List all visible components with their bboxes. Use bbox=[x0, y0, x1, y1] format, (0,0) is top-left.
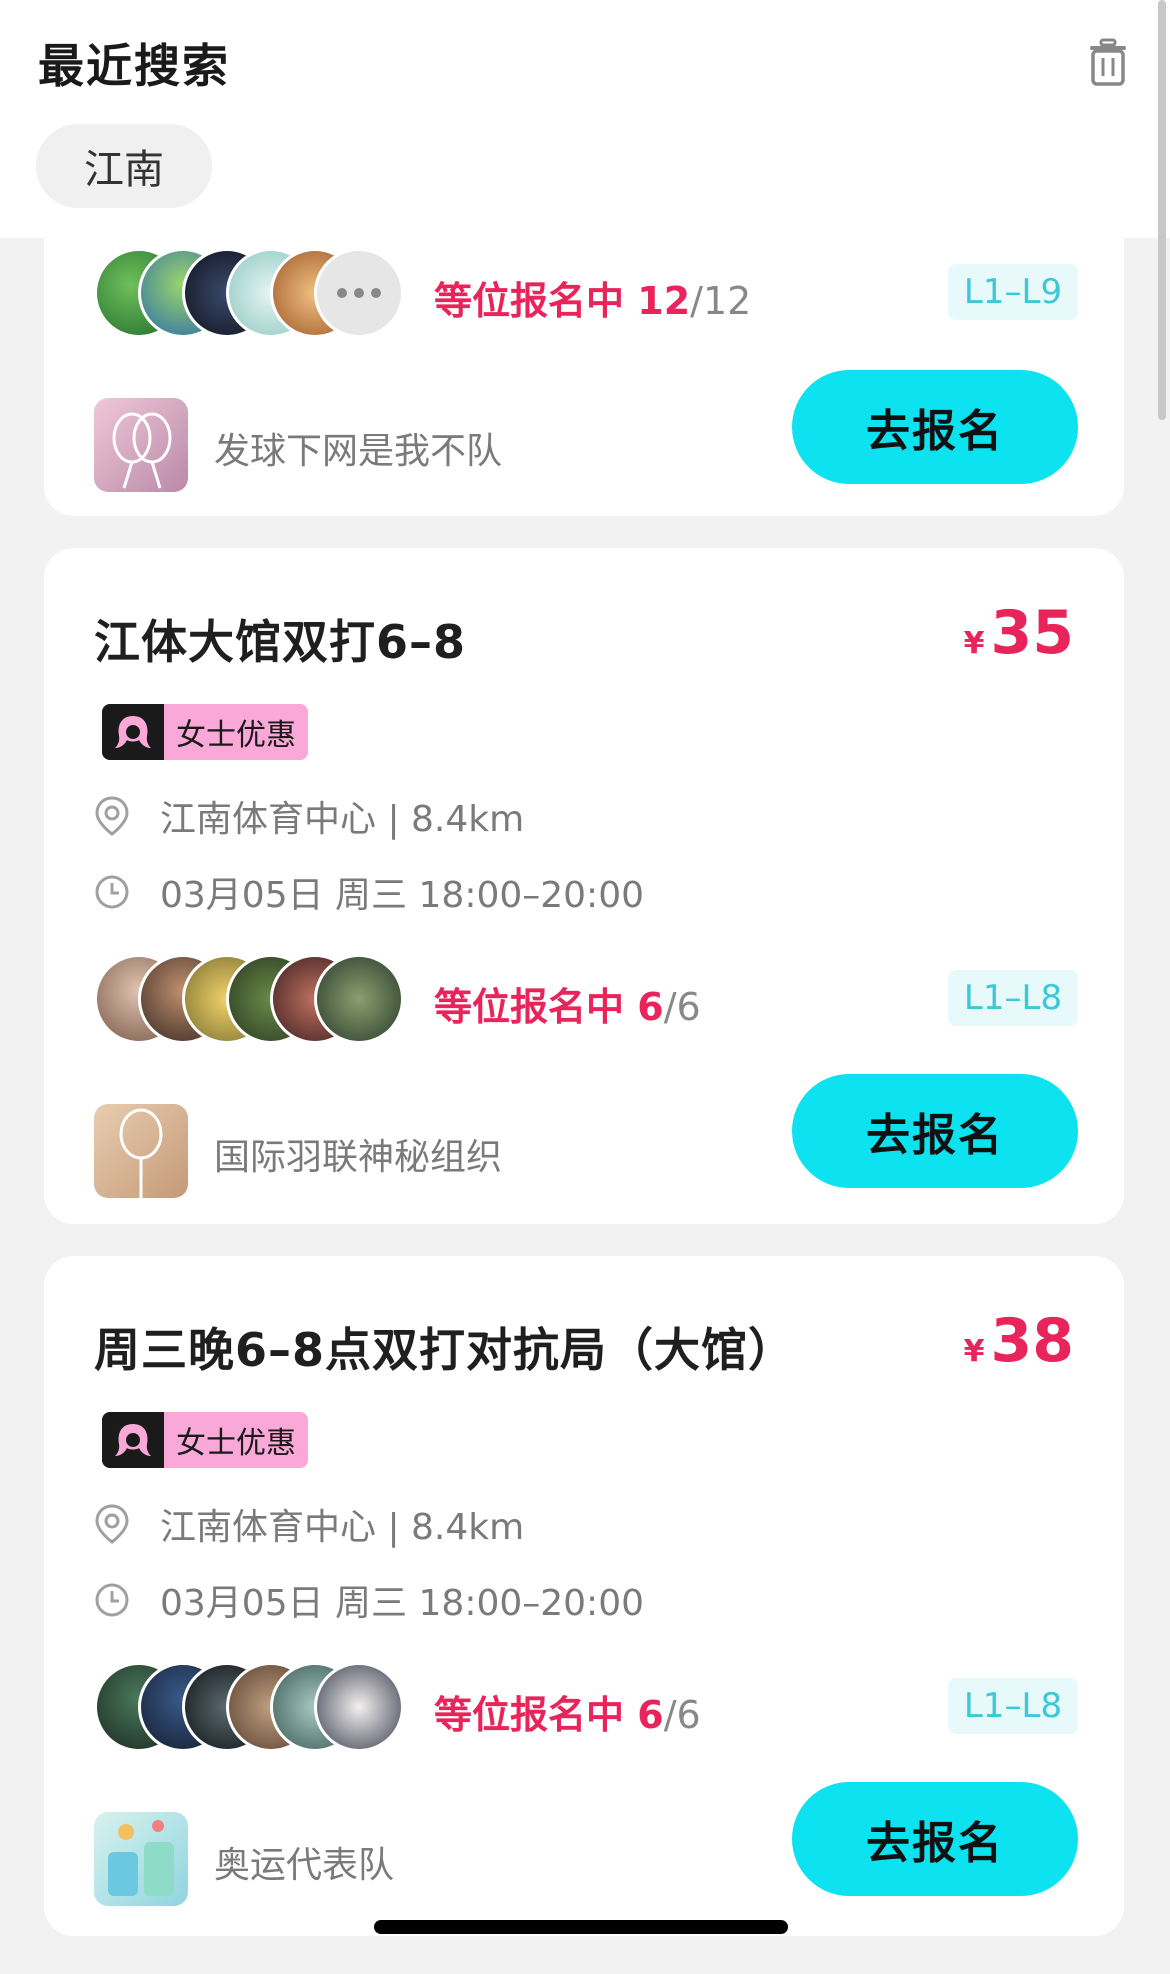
event-title: 周三晚6–8点双打对抗局（大馆） bbox=[94, 1323, 796, 1377]
level-badge: L1–L8 bbox=[948, 970, 1078, 1026]
location-row: 江南体育中心 | 8.4km bbox=[94, 790, 524, 842]
avatar bbox=[314, 954, 404, 1044]
level-badge: L1–L8 bbox=[948, 1678, 1078, 1734]
join-button[interactable]: 去报名 bbox=[792, 1074, 1078, 1188]
organizer-logo bbox=[94, 1104, 188, 1198]
join-button[interactable]: 去报名 bbox=[792, 370, 1078, 484]
status-text: 等位报名中 6/6 bbox=[434, 1693, 701, 1737]
participant-avatars bbox=[94, 248, 414, 338]
avatar bbox=[314, 1662, 404, 1752]
level-badge: L1–L9 bbox=[948, 264, 1078, 320]
status-text: 等位报名中 12/12 bbox=[434, 279, 752, 323]
female-icon bbox=[102, 1412, 164, 1468]
organizer-name: 发球下网是我不队 bbox=[214, 431, 503, 472]
recent-search-title: 最近搜索 bbox=[38, 39, 230, 93]
clock-icon bbox=[95, 875, 129, 909]
trash-icon[interactable] bbox=[1086, 38, 1130, 86]
status-text: 等位报名中 6/6 bbox=[434, 985, 701, 1029]
ladies-discount-badge: 女士优惠 bbox=[102, 1412, 308, 1468]
recent-search-panel: 最近搜索 江南 bbox=[0, 0, 1170, 238]
location-pin-icon bbox=[95, 796, 129, 836]
clock-icon bbox=[95, 1583, 129, 1617]
location-row: 江南体育中心 | 8.4km bbox=[94, 1498, 524, 1550]
organizer-name: 奥运代表队 bbox=[214, 1845, 395, 1886]
event-title: 江体大馆双打6–8 bbox=[94, 615, 467, 669]
organizer-logo bbox=[94, 398, 188, 492]
join-button[interactable]: 去报名 bbox=[792, 1782, 1078, 1896]
participant-avatars bbox=[94, 1662, 414, 1752]
location-pin-icon bbox=[95, 1504, 129, 1544]
event-price: ¥35 bbox=[963, 598, 1074, 668]
time-row: 03月05日 周三 18:00–20:00 bbox=[94, 1574, 644, 1626]
event-card[interactable]: 周三晚6–8点双打对抗局（大馆） ¥38 女士优惠 江南体育中心 | 8.4km… bbox=[44, 1256, 1124, 1936]
female-icon bbox=[102, 704, 164, 760]
ladies-discount-badge: 女士优惠 bbox=[102, 704, 308, 760]
event-card[interactable]: 江体大馆双打6–8 ¥35 女士优惠 江南体育中心 | 8.4km 03月05日… bbox=[44, 548, 1124, 1224]
participant-avatars bbox=[94, 954, 414, 1044]
time-row: 03月05日 周三 18:00–20:00 bbox=[94, 866, 644, 918]
recent-search-chip[interactable]: 江南 bbox=[36, 124, 212, 208]
organizer-logo bbox=[94, 1812, 188, 1906]
event-price: ¥38 bbox=[963, 1306, 1074, 1376]
scrollbar[interactable] bbox=[1158, 0, 1166, 420]
ellipsis-icon bbox=[337, 288, 381, 298]
home-indicator[interactable] bbox=[374, 1920, 788, 1934]
organizer-name: 国际羽联神秘组织 bbox=[214, 1137, 503, 1178]
more-avatars[interactable] bbox=[314, 248, 404, 338]
